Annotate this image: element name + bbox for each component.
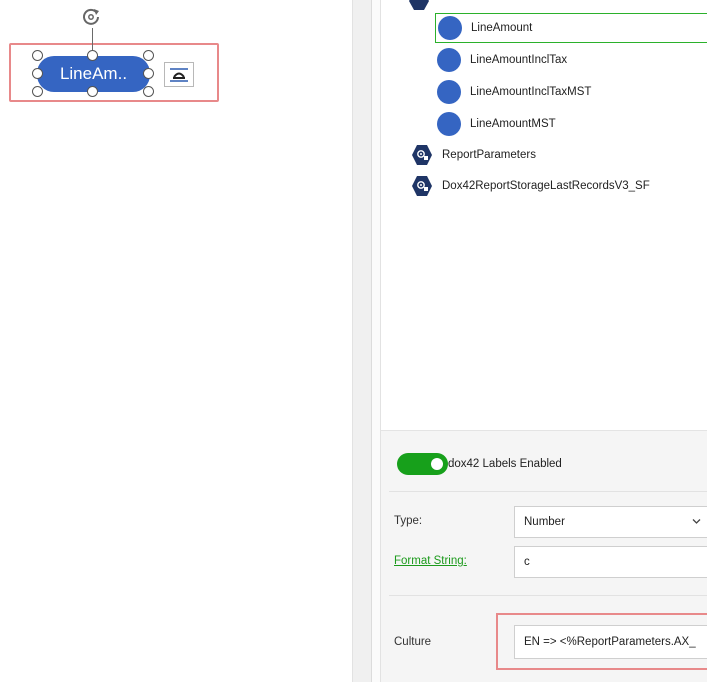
tree-item-reportparameters[interactable]: ReportParameters: [411, 143, 536, 167]
tree-item-lineamountmst[interactable]: LineAmountMST: [437, 111, 556, 137]
format-string-link[interactable]: Format String:: [394, 555, 467, 567]
layout-options-button[interactable]: [164, 62, 194, 87]
tree-parent-node-icon: [409, 0, 429, 13]
tree-item-lineamountincltaxmst[interactable]: LineAmountInclTaxMST: [437, 79, 591, 105]
resize-handle-top-left[interactable]: [32, 50, 43, 61]
tree-item-label: LineAmount: [471, 22, 533, 34]
format-string-value: c: [524, 556, 530, 568]
field-icon: [437, 48, 461, 72]
text-wrap-icon: [170, 67, 188, 82]
field-icon: [438, 16, 462, 40]
labels-enabled-toggle[interactable]: [397, 453, 448, 475]
toggle-knob: [431, 458, 443, 470]
tree-item-dox42reportstorage[interactable]: Dox42ReportStorageLastRecordsV3_SF: [411, 174, 650, 198]
rotate-icon[interactable]: [80, 6, 102, 28]
type-select[interactable]: Number: [514, 506, 707, 538]
format-settings: dox42 Labels Enabled Type: Number Format…: [380, 430, 707, 682]
tree-item-label: ReportParameters: [442, 149, 536, 161]
resize-handle-top-right[interactable]: [143, 50, 154, 61]
format-string-input[interactable]: c: [514, 546, 707, 578]
resize-handle-top[interactable]: [87, 50, 98, 61]
tree-item-label: LineAmountInclTax: [470, 54, 568, 66]
section-divider: [389, 491, 707, 492]
resize-handle-bottom-left[interactable]: [32, 86, 43, 97]
panel-splitter[interactable]: [352, 0, 371, 682]
type-label: Type:: [394, 515, 423, 527]
field-icon: [437, 80, 461, 104]
datasource-icon: [412, 176, 432, 196]
resize-handle-bottom[interactable]: [87, 86, 98, 97]
type-value: Number: [524, 516, 565, 528]
labels-enabled-label: dox42 Labels Enabled: [448, 458, 562, 470]
tree-item-lineamount[interactable]: LineAmount: [435, 13, 707, 43]
tree-item-label: Dox42ReportStorageLastRecordsV3_SF: [442, 180, 650, 192]
resize-handle-right[interactable]: [143, 68, 154, 79]
section-divider: [389, 595, 707, 596]
resize-handle-bottom-right[interactable]: [143, 86, 154, 97]
highlight-frame: [496, 613, 707, 670]
tree-item-label: LineAmountInclTaxMST: [470, 86, 592, 98]
culture-label: Culture: [394, 636, 432, 648]
tree-item-lineamountincltax[interactable]: LineAmountInclTax: [437, 47, 567, 73]
field-tree[interactable]: LineAmount LineAmountInclTax LineAmountI…: [380, 0, 707, 430]
chevron-down-icon: [692, 519, 701, 524]
properties-panel: LineAmount LineAmountInclTax LineAmountI…: [371, 0, 707, 682]
resize-handle-left[interactable]: [32, 68, 43, 79]
design-canvas[interactable]: LineAm..: [0, 0, 352, 682]
tree-item-label: LineAmountMST: [470, 118, 556, 130]
datasource-icon: [412, 145, 432, 165]
field-icon: [437, 112, 461, 136]
